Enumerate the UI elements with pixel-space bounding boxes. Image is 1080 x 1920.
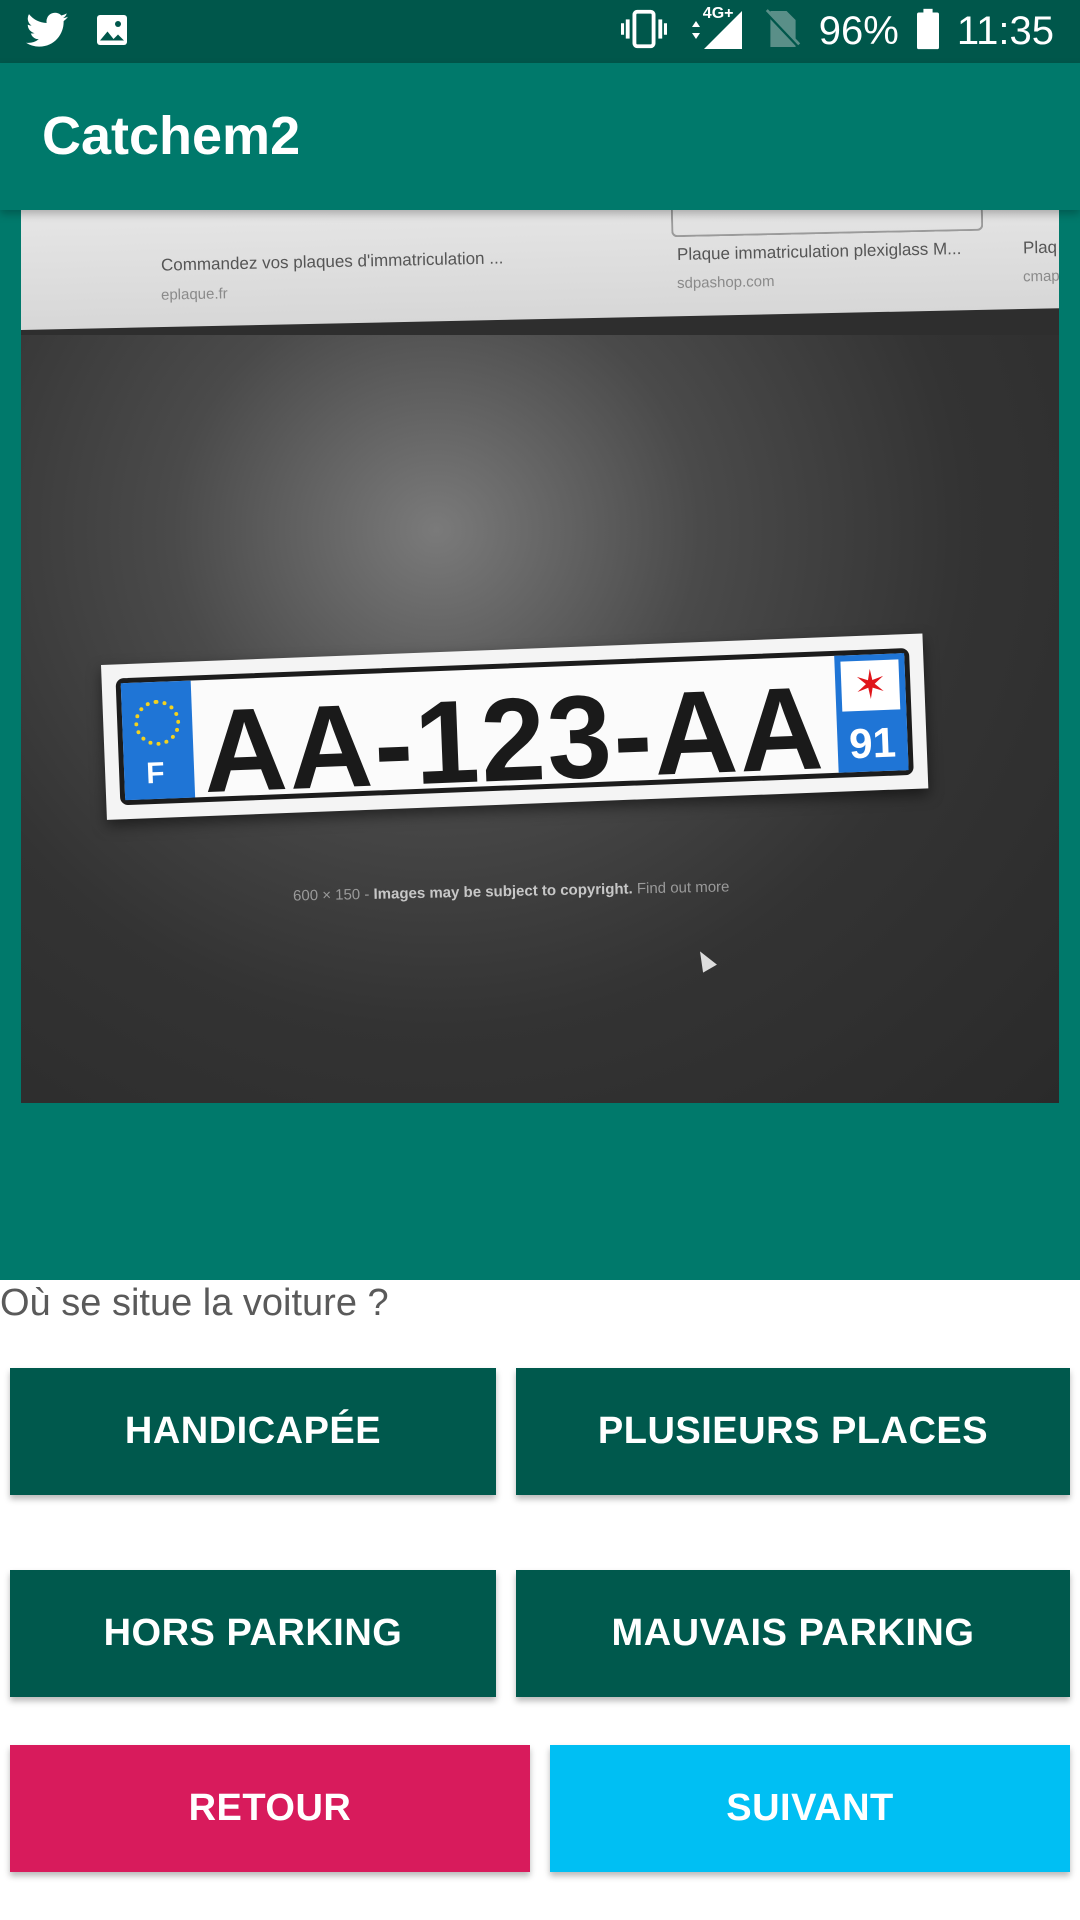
- signal-icon: 4G+: [685, 4, 747, 56]
- app-title: Catchem2: [42, 106, 301, 166]
- status-bar: 4G+ 96% 11:35: [0, 0, 1080, 63]
- no-sim-icon: [765, 8, 801, 54]
- license-plate: F AA-123-AA ✶ 91: [101, 633, 929, 820]
- network-type-label: 4G+: [702, 4, 734, 22]
- mauvais-parking-button[interactable]: MAUVAIS PARKING: [516, 1570, 1070, 1697]
- suivant-button[interactable]: SUIVANT: [550, 1745, 1070, 1872]
- plate-department: 91: [848, 718, 897, 768]
- plate-number: AA-123-AA: [200, 662, 828, 819]
- car-photo: Commandez vos plaques d'immatriculation …: [21, 210, 1059, 1103]
- photo-search-result-domain: cmap: [1022, 267, 1059, 286]
- image-icon: [94, 12, 130, 53]
- eu-stars-icon: [133, 699, 182, 747]
- hors-parking-button[interactable]: HORS PARKING: [10, 1570, 496, 1697]
- image-container: Commandez vos plaques d'immatriculation …: [0, 210, 1080, 1280]
- battery-percent: 96%: [818, 8, 899, 53]
- region-logo-icon: ✶: [840, 659, 901, 712]
- question-label: Où se situe la voiture ?: [0, 1282, 389, 1324]
- plusieurs-places-button[interactable]: PLUSIEURS PLACES: [516, 1368, 1070, 1495]
- clock: 11:35: [956, 8, 1054, 53]
- app-bar: Catchem2: [0, 63, 1080, 210]
- plate-country-code: F: [145, 756, 166, 791]
- vibrate-icon: [620, 9, 667, 54]
- photo-search-result-domain: sdpashop.com: [676, 272, 775, 293]
- photo-search-result-domain: eplaque.fr: [160, 285, 228, 304]
- photo-caption-link: Find out more: [636, 878, 730, 898]
- plate-eu-band: F: [120, 680, 196, 801]
- twitter-icon: [26, 12, 68, 53]
- retour-button[interactable]: RETOUR: [10, 1745, 530, 1872]
- plate-region-band: ✶ 91: [834, 653, 909, 773]
- photo-search-result-title: Plaq: [1022, 237, 1058, 258]
- photo-caption-size: 600 × 150: [292, 886, 361, 905]
- handicapee-button[interactable]: HANDICAPÉE: [10, 1368, 496, 1495]
- battery-icon: [916, 8, 939, 55]
